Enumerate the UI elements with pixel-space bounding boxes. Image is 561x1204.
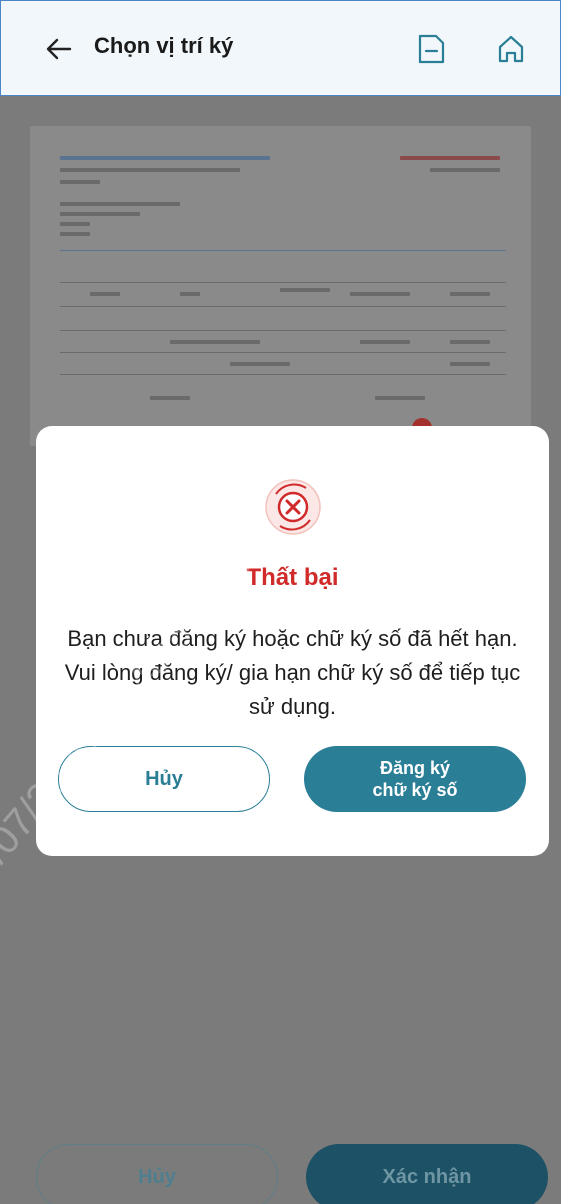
doc-line (60, 156, 270, 160)
doc-table-line (60, 306, 506, 307)
register-label-line1: Đăng ký (379, 758, 451, 778)
back-button[interactable] (41, 31, 77, 67)
dialog-message: Bạn chưa đăng ký hoặc chữ ký số đã hết h… (64, 626, 521, 719)
register-label-line2: chữ ký số (372, 780, 458, 800)
confirm-button[interactable]: Xác nhận (306, 1144, 548, 1204)
error-x-icon (265, 479, 321, 535)
doc-line (400, 156, 500, 160)
document-button[interactable] (411, 29, 451, 69)
back-arrow-icon (46, 38, 72, 60)
doc-table-line (60, 352, 506, 353)
document-minus-icon (418, 34, 445, 64)
doc-line (450, 340, 490, 344)
doc-line (360, 340, 410, 344)
doc-line (375, 396, 425, 400)
doc-line (430, 168, 500, 172)
home-button[interactable] (491, 29, 531, 69)
home-icon (498, 35, 524, 63)
app-header: Chọn vị trí ký (0, 0, 561, 96)
register-signature-button[interactable]: Đăng ký chữ ký số (304, 746, 526, 812)
page-title: Chọn vị trí ký (94, 33, 234, 58)
doc-line (180, 292, 200, 296)
doc-divider (60, 250, 506, 251)
doc-line (60, 222, 90, 226)
doc-line (150, 396, 190, 400)
doc-line (350, 292, 410, 296)
doc-line (450, 362, 490, 366)
doc-table-line (60, 282, 506, 283)
doc-line (60, 180, 100, 184)
doc-line (170, 340, 260, 344)
error-dialog: Thất bại Bạn chưa đăng ký hoặc chữ ký số… (36, 426, 549, 856)
doc-line (60, 202, 180, 206)
doc-line (230, 362, 290, 366)
cancel-button[interactable]: Hủy (36, 1144, 278, 1204)
doc-line (450, 292, 490, 296)
doc-line (90, 292, 120, 296)
dialog-cancel-button[interactable]: Hủy (58, 746, 270, 812)
dialog-title: Thất bại (246, 564, 339, 591)
doc-line (60, 168, 240, 172)
doc-table-line (60, 330, 506, 331)
doc-table-line (60, 374, 506, 375)
doc-line (60, 232, 90, 236)
invoice-document-preview[interactable] (30, 126, 531, 446)
doc-line (280, 288, 330, 292)
doc-line (60, 212, 140, 216)
